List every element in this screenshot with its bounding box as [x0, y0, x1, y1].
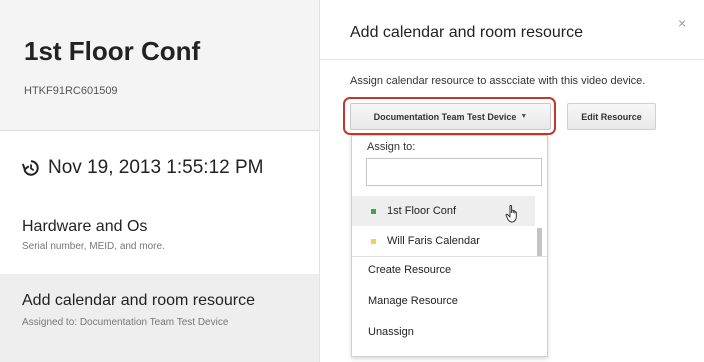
calendar-color-swatch [371, 208, 376, 214]
column-divider [319, 0, 320, 362]
resource-search-input[interactable] [366, 158, 542, 186]
sidebar-item-calendar-title[interactable]: Add calendar and room resource [22, 292, 255, 310]
history-row[interactable]: Nov 19, 2013 1:55:12 PM [22, 157, 263, 179]
hand-cursor-icon [505, 205, 517, 223]
device-title: 1st Floor Conf [24, 36, 201, 66]
history-icon [22, 160, 39, 176]
edit-resource-button[interactable]: Edit Resource [567, 103, 656, 130]
caret-down-icon: ▼ [520, 113, 528, 120]
dropdown-label: Assign to: [367, 141, 416, 153]
resource-dropdown: Assign to: 1st Floor Conf Will Faris Cal… [351, 135, 548, 357]
unassign-action[interactable]: Unassign [368, 326, 414, 338]
sidebar-item-calendar-subtitle: Assigned to: Documentation Team Test Dev… [22, 317, 229, 328]
panel-title: Add calendar and room resource [350, 24, 584, 41]
device-select-button[interactable]: Documentation Team Test Device ▼ [350, 103, 551, 130]
dropdown-item-label: 1st Floor Conf [387, 205, 457, 217]
panel-divider [320, 59, 704, 60]
dropdown-scrollbar[interactable] [537, 228, 542, 256]
sidebar-item-hardware[interactable]: Hardware and Os [22, 218, 147, 236]
device-select-label: Documentation Team Test Device [373, 111, 517, 122]
panel-description: Assign calendar resource to asscciate wi… [350, 75, 646, 87]
create-resource-action[interactable]: Create Resource [368, 264, 451, 276]
sidebar-section-body [0, 131, 319, 274]
sidebar-item-hardware-subtitle: Serial number, MEID, and more. [22, 241, 165, 252]
manage-resource-action[interactable]: Manage Resource [368, 295, 458, 307]
calendar-color-swatch [371, 238, 376, 244]
history-timestamp: Nov 19, 2013 1:55:12 PM [48, 157, 264, 178]
dropdown-divider [352, 256, 547, 257]
dropdown-item-label: Will Faris Calendar [387, 235, 480, 247]
dropdown-item-will-faris-calendar[interactable]: Will Faris Calendar [352, 226, 535, 256]
device-serial: HTKF91RC601509 [24, 85, 118, 97]
close-icon[interactable]: × [678, 15, 686, 31]
